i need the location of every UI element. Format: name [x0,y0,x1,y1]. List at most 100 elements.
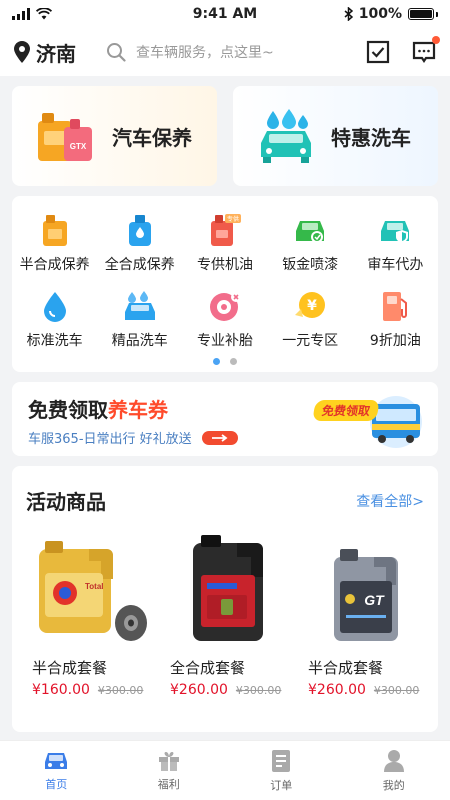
product-price-row: ¥160.00 ¥300.00 [32,682,156,698]
oil-jug-silver-icon: GT [334,549,398,641]
service-one-yuan[interactable]: ¥ 一元专区 [268,288,353,350]
coupon-title-highlight: 养车券 [108,398,168,422]
product-image: GT [308,529,428,645]
view-all-link[interactable]: 查看全部> [356,491,424,511]
service-inspection[interactable]: 审车代办 [353,212,438,274]
section-title: 活动商品 [26,490,106,514]
service-premium-wash[interactable]: 精品洗车 [97,288,182,350]
product-name: 半合成套餐 [308,659,384,677]
water-drop-icon [43,292,66,322]
service-fuel-discount[interactable]: 9折加油 [353,288,438,350]
page-dot-active [213,358,220,365]
arrow-right-icon[interactable] [201,430,238,445]
promo-row: GTX 汽车保养 特惠洗车 [12,86,438,186]
product-price-row: ¥260.00 ¥300.00 [308,682,432,698]
product-price-row: ¥260.00 ¥300.00 [170,682,294,698]
tab-benefits[interactable]: 福利 [113,741,226,800]
service-tire-repair[interactable]: 专业补胎 [182,288,267,350]
service-exclusive-oil[interactable]: 专供 专供机油 [182,212,267,274]
order-list-icon [272,749,291,772]
product-card[interactable]: GT 半合成套餐 ¥260.00 ¥300.00 [294,529,432,698]
car-shield-icon [381,221,410,243]
oil-can-car-icon: GTX [38,113,92,161]
product-card[interactable]: Total 半合成套餐 ¥160.00 ¥300.00 [18,529,156,698]
city-selector[interactable]: 济南 [14,38,76,67]
tab-label: 我的 [382,778,405,792]
service-label: 全合成保养 [104,257,175,273]
product-old-price: ¥300.00 [235,684,282,697]
message-button[interactable] [412,36,440,64]
status-bar: 9:41 AM 100% [0,0,450,28]
status-right: 100% [344,6,438,22]
service-semi-synthetic[interactable]: 半合成保养 [12,212,97,274]
product-card[interactable]: 全合成套餐 ¥260.00 ¥300.00 [156,529,294,698]
product-image: Total [32,529,152,645]
service-label: 半合成保养 [19,257,90,273]
service-paint[interactable]: 钣金喷漆 [268,212,353,274]
oil-jug-gold-icon: Total [39,541,147,641]
battery-percent: 100% [358,6,402,22]
oil-bottle-blue-icon [128,215,151,246]
car-paint-icon [296,221,325,243]
product-brand-label: GT [364,592,385,608]
product-price: ¥260.00 [170,682,228,698]
product-list: Total 半合成套餐 ¥160.00 ¥300.00 全合成套餐 ¥260.0… [12,529,438,698]
promo-wash-label: 特惠洗车 [331,125,411,150]
service-label: 9折加油 [369,333,421,349]
tire-icon [209,292,241,321]
product-old-price: ¥300.00 [97,684,144,697]
service-label: 精品洗车 [111,333,168,349]
tab-mine[interactable]: 我的 [338,741,450,800]
promo-car-maintenance[interactable]: GTX 汽车保养 [12,86,217,186]
service-full-synthetic[interactable]: 全合成保养 [97,212,182,274]
svg-text:¥: ¥ [307,298,317,314]
tab-home[interactable]: 首页 [0,741,113,800]
oil-jug-black-icon [193,535,263,641]
coupon-illustration: 免费领取 [312,388,424,450]
grid-page-indicator [12,358,438,365]
service-label: 标准洗车 [26,333,83,349]
product-name: 半合成套餐 [32,659,108,677]
tab-orders[interactable]: 订单 [225,741,338,800]
message-icon [412,41,436,63]
search-bar[interactable]: 查车辆服务，点这里~ [106,42,366,62]
search-icon [107,43,126,62]
wifi-icon [36,8,52,20]
checkbox-icon [366,40,390,64]
checkin-button[interactable] [366,40,390,64]
bottom-tab-bar: 首页 福利 订单 我的 [0,740,450,800]
products-header: 活动商品 查看全部> [12,466,438,515]
tab-label: 首页 [45,777,68,791]
tab-label: 福利 [157,777,180,791]
oil-bottle-orange-icon [42,215,67,246]
bluetooth-icon [344,7,353,21]
oil-can-red-icon: 专供 [210,214,241,246]
svg-text:GTX: GTX [70,142,87,151]
city-name: 济南 [36,41,76,66]
cellular-signal-icon [12,8,30,20]
service-grid: 半合成保养 全合成保养 专供 专供机油 钣金喷漆 审车代办 标准洗车 精品洗车 … [12,196,438,350]
header-actions [366,36,440,64]
car-bubbles-icon [124,291,155,320]
battery-icon [408,8,438,20]
coupon-title-prefix: 免费领取 [28,398,108,422]
free-claim-tag: 免费领取 [312,400,380,421]
service-label: 审车代办 [367,257,424,273]
service-label: 专业补胎 [196,333,253,349]
status-left [12,8,52,20]
user-icon [383,749,404,772]
yuan-coin-icon: ¥ [295,292,326,318]
service-standard-wash[interactable]: 标准洗车 [12,288,97,350]
promo-car-wash[interactable]: 特惠洗车 [233,86,438,186]
product-image [170,529,290,645]
service-label: 一元专区 [282,333,339,349]
coupon-banner[interactable]: 免费领取养车券 车服365-日常出行 好礼放送 免费领取 [12,382,438,456]
location-pin-icon [14,41,30,63]
exclusive-badge: 专供 [227,215,239,223]
car-wash-icon [261,109,311,163]
product-price: ¥260.00 [308,682,366,698]
product-brand-label: Total [85,582,104,591]
top-header: 济南 查车辆服务，点这里~ [0,28,450,76]
gift-icon [158,751,179,771]
promo-maintenance-label: 汽车保养 [112,125,192,150]
